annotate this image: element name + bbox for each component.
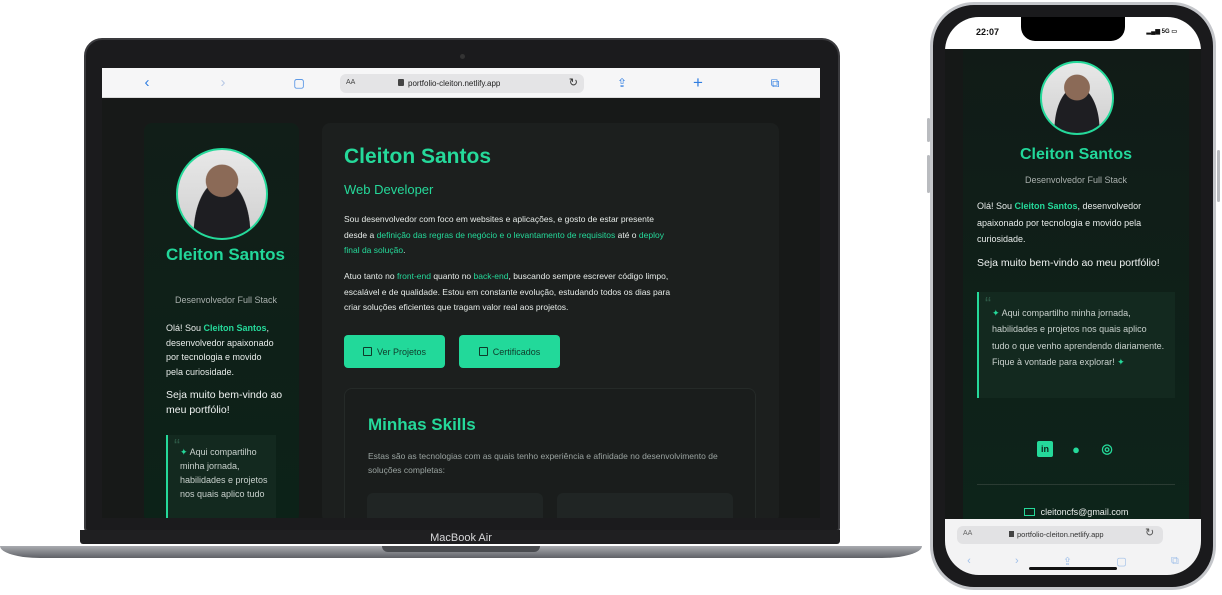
p1-text-b: até o (615, 229, 639, 240)
address-bar[interactable]: AA portfolio-cleiton.netlify.app ↻ (340, 74, 584, 93)
avatar (1040, 61, 1114, 135)
sparkle-icon: ✦ (180, 447, 188, 457)
tabs-icon[interactable]: ⧉ (766, 75, 784, 91)
skills-section: Minhas Skills Estas são as tecnologias c… (344, 388, 756, 518)
quote-icon: “ (985, 294, 991, 314)
main-card: Cleiton Santos Web Developer Sou desenvo… (322, 123, 779, 518)
forward-icon[interactable]: › (214, 75, 232, 91)
mobile-quote-text: Aqui compartilho minha jornada, habilida… (992, 308, 1165, 367)
bio-prefix: Olá! Sou (977, 201, 1015, 211)
laptop-base: MacBook Air (0, 530, 922, 566)
divider (977, 484, 1175, 485)
sidebar-quote: “ ✦ Aqui compartilho minha jornada, habi… (166, 435, 276, 518)
mobile-welcome: Seja muito bem-vindo ao meu portfólio! (977, 257, 1160, 269)
skills-title: Minhas Skills (368, 415, 476, 434)
mockup-stage: ‹ › ▢ AA portfolio-cleiton.netlify.app ↻… (0, 0, 1222, 595)
forward-icon[interactable]: › (1015, 555, 1019, 567)
p2-link-1: front-end (396, 271, 431, 281)
reload-icon[interactable]: ↻ (569, 76, 578, 89)
email-link[interactable]: cleitoncfs@gmail.com (963, 507, 1189, 517)
network-indicator: ▂▄▆ 5G ▭ (1146, 29, 1177, 35)
email-text: cleitoncfs@gmail.com (1040, 507, 1129, 517)
social-links: in ● ◎ (963, 441, 1189, 457)
home-indicator (1029, 567, 1117, 570)
job-title: Web Developer (344, 182, 434, 197)
sparkle-icon: ✦ (992, 308, 1000, 318)
mobile-quote: “ ✦ Aqui compartilho minha jornada, habi… (977, 292, 1175, 398)
sidebar-welcome: Seja muito bem-vindo ao meu portfólio! (166, 389, 283, 416)
phone-side-button (1217, 150, 1220, 202)
laptop-screen: ‹ › ▢ AA portfolio-cleiton.netlify.app ↻… (102, 68, 820, 518)
p2-text-b: quanto no (430, 271, 474, 281)
laptop-lid: ‹ › ▢ AA portfolio-cleiton.netlify.app ↻… (84, 38, 840, 532)
network-label: 5G (1161, 29, 1170, 35)
mobile-url-text: portfolio-cleiton.netlify.app (1009, 530, 1104, 539)
phone-frame: 22:07 ▂▄▆ 5G ▭ Cleiton Santos Desenvolve… (930, 2, 1216, 590)
back-icon[interactable]: ‹ (967, 555, 971, 567)
intro-paragraph-2: Atuo tanto no front-end quanto no back-e… (344, 269, 674, 316)
reload-icon[interactable]: ↻ (1145, 526, 1154, 539)
certificates-button-label: Certificados (492, 346, 541, 357)
p1-link-1: definição das regras de negócio e o leva… (376, 229, 616, 240)
phone-notch (1021, 17, 1125, 41)
bio-highlight: Cleiton Santos (1014, 201, 1078, 211)
sidebar-bio: Olá! Sou Cleiton Santos, desenvolvedor a… (166, 321, 281, 379)
bookmarks-icon[interactable]: ▢ (1116, 555, 1126, 568)
lock-icon (1009, 531, 1014, 537)
status-time: 22:07 (976, 27, 1000, 37)
camera-dot (460, 54, 465, 59)
avatar (176, 148, 268, 240)
sidebar-quote-text: Aqui compartilho minha jornada, habilida… (180, 447, 268, 499)
sparkle-icon: ✦ (1117, 356, 1125, 367)
share-icon[interactable]: ⇪ (1063, 555, 1072, 568)
skill-card[interactable] (367, 493, 543, 518)
whatsapp-icon[interactable]: ◎ (1099, 441, 1115, 457)
bookmarks-icon[interactable]: ▢ (290, 75, 308, 91)
mobile-url-label: portfolio-cleiton.netlify.app (1017, 530, 1104, 539)
projects-button[interactable]: Ver Projetos (344, 335, 445, 368)
p1-text-c: . (403, 245, 406, 255)
portfolio-page: Cleiton Santos Desenvolvedor Full Stack … (102, 98, 820, 518)
laptop-thumb-notch (382, 546, 540, 552)
intro-paragraph-1: Sou desenvolvedor com foco em websites e… (344, 212, 674, 259)
back-icon[interactable]: ‹ (138, 75, 156, 91)
lock-icon (398, 79, 404, 86)
github-icon[interactable]: ● (1068, 441, 1084, 457)
mobile-role: Desenvolvedor Full Stack (1024, 175, 1128, 185)
mobile-name: Cleiton Santos (1019, 146, 1132, 163)
new-tab-icon[interactable]: + (689, 74, 707, 91)
external-link-icon (362, 347, 372, 356)
bio-prefix: Olá! Sou (166, 323, 204, 333)
tabs-icon[interactable]: ⧉ (1171, 555, 1179, 568)
safari-toolbar: ‹ › ▢ AA portfolio-cleiton.netlify.app ↻… (102, 68, 820, 98)
projects-button-label: Ver Projetos (376, 346, 427, 357)
phone-screen: 22:07 ▂▄▆ 5G ▭ Cleiton Santos Desenvolve… (945, 17, 1201, 575)
certificates-button[interactable]: Certificados (459, 335, 560, 368)
mobile-bio: Olá! Sou Cleiton Santos, desenvolvedor a… (977, 198, 1177, 248)
share-icon[interactable]: ⇪ (613, 75, 631, 91)
external-link-icon (478, 347, 488, 356)
mobile-profile-card: Cleiton Santos Desenvolvedor Full Stack … (963, 49, 1189, 519)
bio-highlight: Cleiton Santos (203, 323, 267, 333)
sidebar-role: Desenvolvedor Full Stack (174, 295, 278, 305)
url-text: portfolio-cleiton.netlify.app (408, 79, 501, 88)
skills-description: Estas são as tecnologias com as quais te… (368, 451, 718, 475)
reader-aa-button[interactable]: AA (963, 530, 972, 537)
reader-aa-button[interactable]: AA (346, 79, 355, 86)
mail-icon (1023, 508, 1035, 516)
page-title: Cleiton Santos (344, 145, 492, 168)
quote-icon: “ (174, 436, 180, 456)
sidebar-name: Cleiton Santos (166, 245, 286, 264)
skill-card[interactable] (557, 493, 733, 518)
mobile-safari-bar: AA portfolio-cleiton.netlify.app ↻ ‹ › ⇪… (945, 519, 1201, 575)
laptop-model-label: MacBook Air (430, 532, 492, 544)
linkedin-icon[interactable]: in (1037, 441, 1053, 457)
p2-text-a: Atuo tanto no (344, 271, 397, 281)
profile-sidebar: Cleiton Santos Desenvolvedor Full Stack … (144, 123, 299, 518)
mobile-address-bar[interactable]: AA portfolio-cleiton.netlify.app (957, 526, 1163, 544)
p2-link-2: back-end (473, 271, 509, 281)
